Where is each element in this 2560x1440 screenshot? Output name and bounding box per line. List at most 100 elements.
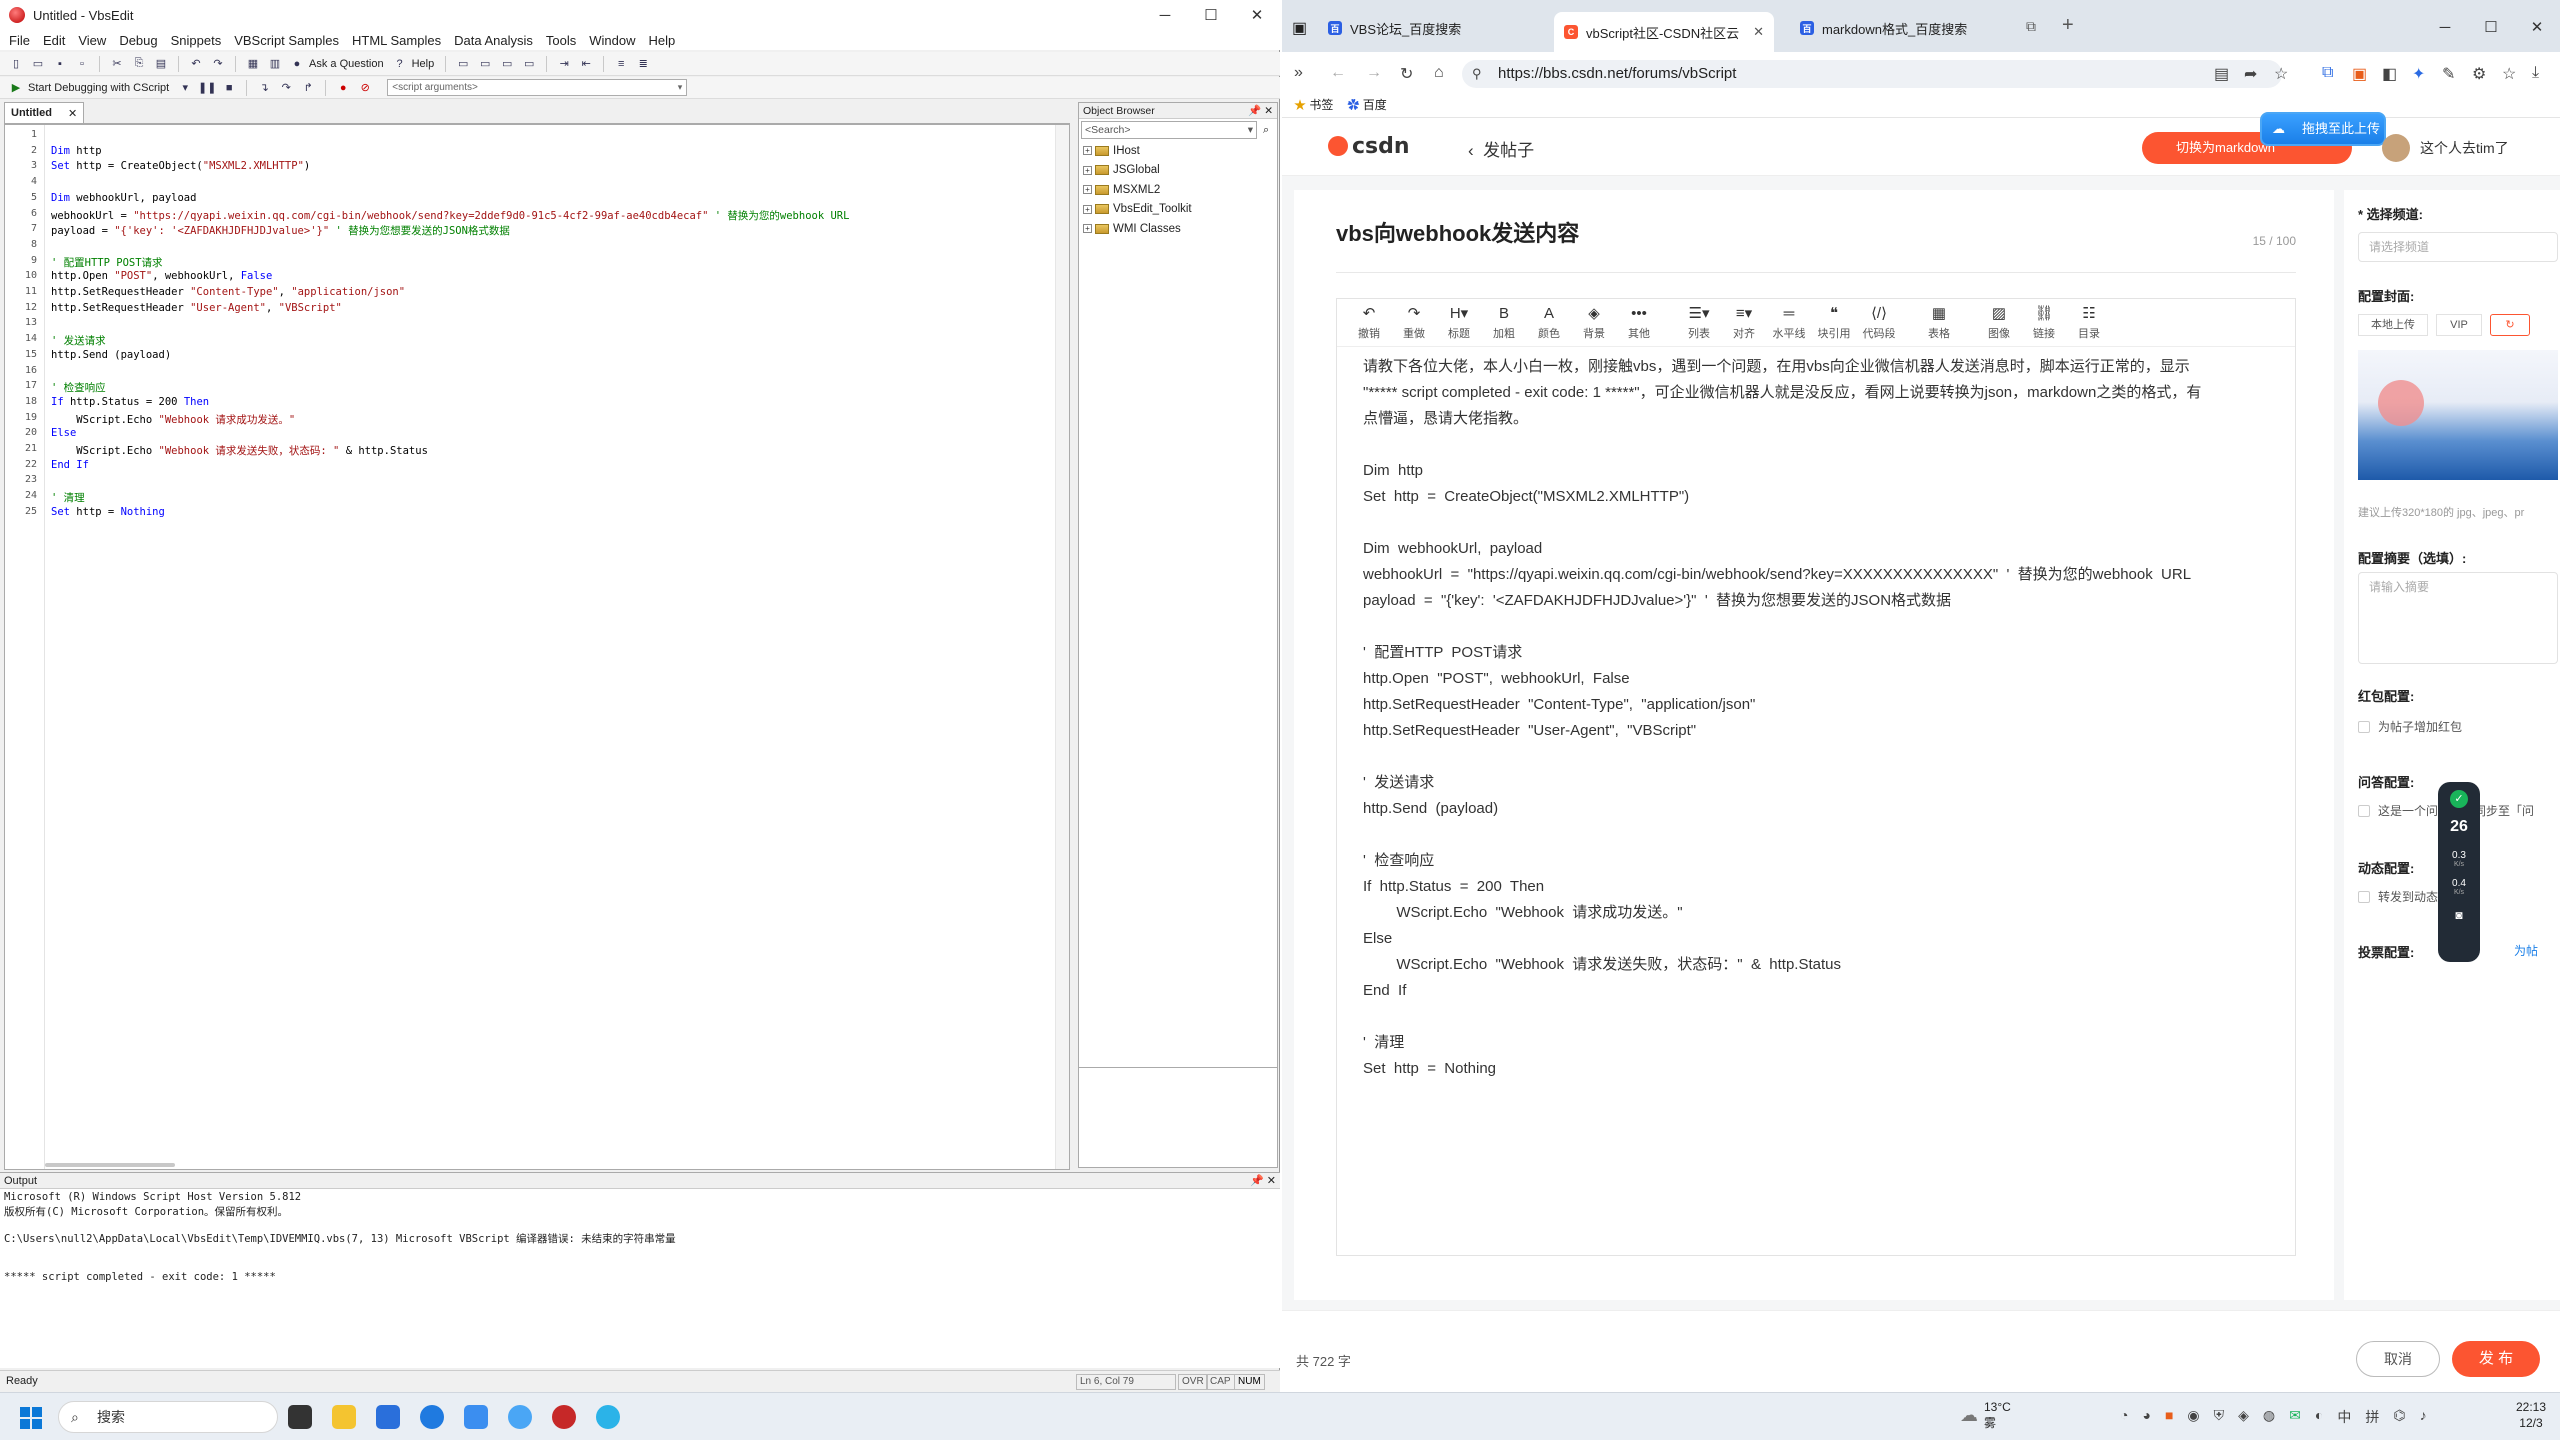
menu-file[interactable]: File xyxy=(4,33,38,48)
editor-tool-6[interactable]: ••• 其他 xyxy=(1619,303,1659,341)
channel-select[interactable]: 请选择频道 xyxy=(2358,232,2558,262)
ext-puzzle-icon[interactable]: ⚙ xyxy=(2472,64,2486,84)
dropdown-arrow-icon[interactable]: ▾ xyxy=(177,80,193,96)
file-explorer-icon[interactable] xyxy=(332,1405,356,1429)
window3-icon[interactable]: ▭ xyxy=(499,56,515,72)
home-icon[interactable]: ⌂ xyxy=(1434,64,1444,82)
clock[interactable]: 22:13 12/3 xyxy=(2516,1399,2546,1431)
app-icon[interactable] xyxy=(464,1405,488,1429)
stop-icon[interactable]: ■ xyxy=(221,80,237,96)
editor-tool-10[interactable]: ❝ 块引用 xyxy=(1814,303,1854,341)
editor-tool-13[interactable]: ▨ 图像 xyxy=(1979,303,2019,341)
output-pin-close-icon[interactable]: 📌 ✕ xyxy=(1250,1174,1276,1187)
save-all-icon[interactable]: ▫ xyxy=(74,56,90,72)
favorite-star-icon[interactable]: ☆ xyxy=(2274,64,2288,84)
menu-edit[interactable]: Edit xyxy=(38,33,73,48)
open-folder-icon[interactable]: ▭ xyxy=(30,56,46,72)
user-profile[interactable]: 这个人去tim了 xyxy=(2382,134,2509,162)
ask-question-icon[interactable]: ● xyxy=(289,56,305,72)
reader-mode-icon[interactable]: ▤ xyxy=(2214,64,2229,84)
play-icon[interactable]: ▶ xyxy=(8,80,24,96)
browser-minimize-button[interactable]: ─ xyxy=(2422,12,2468,42)
tray-app4-icon[interactable]: ◉ xyxy=(2187,1407,2199,1427)
editor-tool-9[interactable]: ═ 水平线 xyxy=(1769,303,1809,341)
close-tab-icon[interactable]: ✕ xyxy=(1753,24,1764,40)
pause-icon[interactable]: ❚❚ xyxy=(198,80,216,96)
menu-vbscript-samples[interactable]: VBScript Samples xyxy=(229,33,347,48)
menu-html-samples[interactable]: HTML Samples xyxy=(347,33,449,48)
browser-tab-1[interactable]: 百 VBS论坛_百度搜索 xyxy=(1318,12,1538,44)
post-title-input[interactable]: vbs向webhook发送内容 xyxy=(1336,216,1579,248)
drag-upload-badge[interactable]: ☁ 拖拽至此上传 xyxy=(2260,112,2386,146)
minimize-button[interactable]: ─ xyxy=(1142,0,1188,30)
store-icon[interactable] xyxy=(376,1405,400,1429)
browser-icon[interactable] xyxy=(508,1405,532,1429)
csdn-logo[interactable]: csdn xyxy=(1328,134,1410,159)
object-browser-item[interactable]: + VbsEdit_Toolkit xyxy=(1079,200,1277,220)
back-to-post[interactable]: ‹ 发帖子 xyxy=(1468,136,1534,161)
sidebar-toggle-icon[interactable]: ▣ xyxy=(1292,18,1307,38)
editor-tool-7[interactable]: ☰▾ 列表 xyxy=(1679,303,1719,341)
tray-app-icon[interactable]: ◔ xyxy=(2120,1407,2128,1427)
tray-app6-icon[interactable]: ◍ xyxy=(2263,1407,2275,1427)
menu-tools[interactable]: Tools xyxy=(541,33,584,48)
cancel-button[interactable]: 取消 xyxy=(2356,1341,2440,1377)
menu-help[interactable]: Help xyxy=(643,33,683,48)
clear-breakpoints-icon[interactable]: ⊘ xyxy=(357,80,373,96)
uncomment-icon[interactable]: ≣ xyxy=(635,56,651,72)
tray-shield-icon[interactable]: ⛨ xyxy=(2214,1407,2225,1427)
menu-data-analysis[interactable]: Data Analysis xyxy=(449,33,541,48)
close-button[interactable]: ✕ xyxy=(1234,0,1280,30)
help-button[interactable]: Help xyxy=(412,58,435,70)
toolbox-icon[interactable]: ▦ xyxy=(245,56,261,72)
editor-tool-14[interactable]: ⛓ 链接 xyxy=(2024,303,2064,341)
expand-plus-icon[interactable]: + xyxy=(1083,204,1092,214)
ime-mode[interactable]: 中 xyxy=(2337,1407,2351,1427)
ime-pinyin[interactable]: 拼 xyxy=(2365,1407,2379,1427)
window4-icon[interactable]: ▭ xyxy=(521,56,537,72)
network-speed-widget[interactable]: ✓ 26 0.3 K/s 0.4 K/s ◙ xyxy=(2438,782,2480,962)
code-editor[interactable]: 1 2 3 4 5 6 7 8 9 10 11 12 13 14 15 16 17 18 19 20 21 22 23 24 2… xyxy=(4,124,1070,1170)
step-over-icon[interactable]: ↷ xyxy=(278,80,294,96)
weather-widget[interactable]: ☁ 13°C 雾 xyxy=(1960,1399,2011,1431)
ext-c-icon[interactable]: ✦ xyxy=(2412,64,2425,84)
editor-tool-2[interactable]: H▾ 标题 xyxy=(1439,303,1479,341)
editor-tool-8[interactable]: ≡▾ 对齐 xyxy=(1724,303,1764,341)
step-into-icon[interactable]: ↴ xyxy=(256,80,272,96)
bookmark-folder[interactable]: ★ 书签 xyxy=(1294,96,1333,113)
translate-ext-icon[interactable]: ⧉ xyxy=(2322,64,2333,82)
cut-icon[interactable]: ✂ xyxy=(109,56,125,72)
breakpoint-icon[interactable]: ● xyxy=(335,80,351,96)
outdent-icon[interactable]: ⇤ xyxy=(578,56,594,72)
bookmark-baidu[interactable]: ✿ 百度 xyxy=(1347,96,1386,113)
ext-b-icon[interactable]: ◧ xyxy=(2382,64,2397,84)
ext-a-icon[interactable]: ▣ xyxy=(2352,64,2367,84)
indent-icon[interactable]: ⇥ xyxy=(556,56,572,72)
object-browser-item[interactable]: + IHost xyxy=(1079,141,1277,161)
horizontal-scrollbar[interactable] xyxy=(45,1163,175,1167)
editor-tool-11[interactable]: ⟨/⟩ 代码段 xyxy=(1859,303,1899,341)
object-browser-search[interactable]: <Search> xyxy=(1081,121,1257,139)
editor-tool-12[interactable]: ▦ 表格 xyxy=(1919,303,1959,341)
editor-tool-0[interactable]: ↶ 撤销 xyxy=(1349,303,1389,341)
browser-tab-3[interactable]: 百 markdown格式_百度搜索 xyxy=(1790,12,2010,44)
cover-local-upload-button[interactable]: 本地上传 xyxy=(2358,314,2428,336)
undo-icon[interactable]: ↶ xyxy=(188,56,204,72)
redo-icon[interactable]: ↷ xyxy=(210,56,226,72)
step-out-icon[interactable]: ↱ xyxy=(300,80,316,96)
site-info-icon[interactable]: ⚲ xyxy=(1472,66,1482,82)
panel-pin-close-icon[interactable]: 📌 ✕ xyxy=(1248,104,1273,117)
cover-vip-button[interactable]: VIP xyxy=(2436,314,2482,336)
windows-start-icon[interactable] xyxy=(20,1407,42,1429)
search-icon[interactable]: ⌕ xyxy=(1263,124,1269,137)
task-view-icon[interactable] xyxy=(288,1405,312,1429)
tray-app5-icon[interactable]: ◈ xyxy=(2238,1407,2249,1427)
tab-overview-icon[interactable]: ⧉ xyxy=(2026,18,2036,35)
start-debugging-button[interactable]: Start Debugging with CScript xyxy=(28,82,169,94)
redpacket-checkbox[interactable]: 为帖子增加红包 xyxy=(2358,718,2462,735)
expand-plus-icon[interactable]: + xyxy=(1083,185,1092,195)
expand-plus-icon[interactable]: + xyxy=(1083,224,1092,234)
editor-tool-15[interactable]: ☷ 目录 xyxy=(2069,303,2109,341)
download-icon[interactable]: ⤓ xyxy=(2532,64,2539,82)
reload-icon[interactable]: ↻ xyxy=(1400,64,1413,84)
